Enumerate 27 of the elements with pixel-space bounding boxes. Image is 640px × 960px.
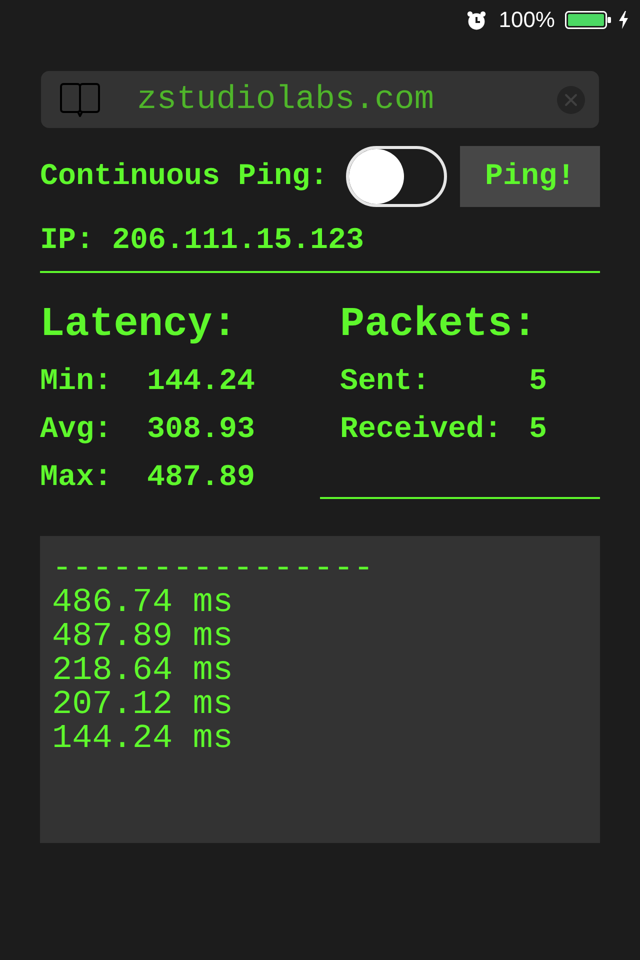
log-line: ---------------- xyxy=(52,552,374,586)
stat-value: 5 xyxy=(529,365,548,399)
log-line: 207.12 ms xyxy=(52,688,233,722)
url-input[interactable]: zstudiolabs.com xyxy=(137,80,549,120)
packets-title: Packets: xyxy=(340,302,537,348)
log-line: 218.64 ms xyxy=(52,654,233,688)
latency-title: Latency: xyxy=(40,302,237,348)
clear-icon[interactable] xyxy=(557,86,585,114)
log-line: 487.89 ms xyxy=(52,620,233,654)
ping-button[interactable]: Ping! xyxy=(460,146,600,207)
stat-label: Avg: xyxy=(40,413,112,447)
stat-value: 5 xyxy=(529,413,548,447)
stat-label: Min: xyxy=(40,365,112,399)
stat-value: 487.89 xyxy=(147,461,256,495)
continuous-ping-label: Continuous Ping: xyxy=(40,160,330,194)
stat-label: Sent: xyxy=(340,365,430,399)
ip-address-text: IP: 206.111.15.123 xyxy=(40,224,364,258)
address-bar[interactable]: zstudiolabs.com xyxy=(41,71,599,128)
stat-label: Received: xyxy=(340,413,502,447)
book-icon[interactable] xyxy=(60,82,100,116)
stat-value: 308.93 xyxy=(147,413,256,447)
battery-percentage: 100% xyxy=(498,7,555,33)
stat-value: 144.24 xyxy=(147,365,256,399)
stat-label: Max: xyxy=(40,461,112,495)
log-line: 144.24 ms xyxy=(52,722,233,756)
battery-icon xyxy=(565,10,611,30)
log-line: 486.74 ms xyxy=(52,586,233,620)
